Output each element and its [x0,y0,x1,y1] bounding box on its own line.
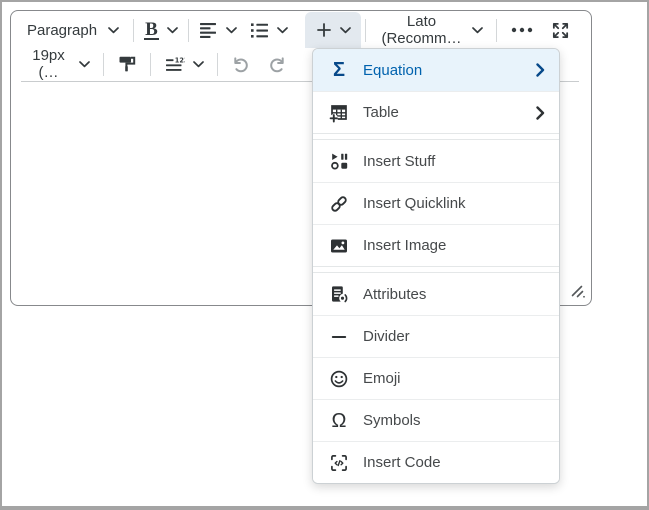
chevron-down-icon [277,27,288,34]
font-family-label: Lato (Recomm… [379,13,464,47]
chevron-down-icon [167,27,178,34]
media-shapes-icon [328,151,350,171]
menu-item-label: Equation [363,62,536,79]
redo-button[interactable] [259,47,296,81]
menu-item-insert-code[interactable]: Insert Code [313,441,559,483]
font-size-label: 19px (… [26,47,71,81]
table-add-icon [328,103,350,123]
menu-item-insert-quicklink[interactable]: Insert Quicklink [313,182,559,224]
fullscreen-icon [551,21,570,40]
screenshot-frame: Paragraph B [0,0,649,510]
toolbar-separator [150,53,151,76]
menu-item-label: Symbols [363,412,545,429]
sigma-icon: Σ [328,60,350,80]
chevron-down-icon [193,61,204,68]
chevron-down-icon [226,27,237,34]
menu-item-insert-image[interactable]: Insert Image [313,224,559,266]
toolbar-row-1: Paragraph B [17,13,585,47]
svg-text:123: 123 [174,56,184,64]
menu-item-label: Insert Quicklink [363,195,545,212]
toolbar-separator [217,53,218,76]
chevron-down-icon [472,27,483,34]
toolbar-separator [188,19,189,42]
menu-item-label: Emoji [363,370,545,387]
code-icon [328,453,350,473]
insert-menu-group: Σ Equation Table [313,49,559,134]
alignment-dropdown[interactable] [193,13,243,47]
toolbar-separator [133,19,134,42]
more-actions-button[interactable] [501,13,543,47]
attributes-icon [328,284,350,304]
font-size-dropdown[interactable]: 19px (… [17,47,99,81]
chevron-right-icon [536,63,545,77]
format-painter-icon [117,54,137,74]
undo-button[interactable] [222,47,259,81]
numbered-list-format-icon: 123 [165,56,185,73]
numbered-list-format-dropdown[interactable]: 123 [155,47,213,81]
toolbar-separator [365,19,366,42]
menu-item-table[interactable]: Table [313,91,559,133]
menu-item-label: Attributes [363,286,545,303]
align-left-icon [199,22,218,39]
menu-item-label: Insert Image [363,237,545,254]
menu-item-emoji[interactable]: Emoji [313,357,559,399]
menu-item-label: Divider [363,328,545,345]
paragraph-format-label: Paragraph [27,22,97,39]
font-family-dropdown[interactable]: Lato (Recomm… [370,13,492,47]
bold-dropdown[interactable]: B [138,13,184,47]
insert-menu-group: Insert Stuff Insert Quicklink Insert Ima… [313,139,559,267]
chevron-down-icon [108,27,119,34]
link-icon [328,194,350,214]
menu-item-symbols[interactable]: Ω Symbols [313,399,559,441]
redo-icon [267,54,288,75]
insert-plus-dropdown[interactable] [305,12,361,48]
paragraph-format-dropdown[interactable]: Paragraph [17,13,129,47]
editor-resize-handle[interactable] [569,283,587,301]
chevron-right-icon [536,106,545,120]
menu-item-equation[interactable]: Σ Equation [313,49,559,91]
chevron-down-icon [79,61,90,68]
horizontal-rule-icon [328,327,350,347]
emoji-icon [328,369,350,389]
toolbar-separator [103,53,104,76]
menu-item-label: Insert Stuff [363,153,545,170]
menu-item-label: Insert Code [363,454,545,471]
list-dropdown[interactable] [243,13,295,47]
insert-menu-group: Attributes Divider Emoji Ω Symbols [313,272,559,483]
fullscreen-button[interactable] [543,13,577,47]
format-painter-button[interactable] [108,47,146,81]
ellipsis-icon [511,27,533,33]
chevron-down-icon [340,27,351,34]
toolbar-separator [496,19,497,42]
menu-item-attributes[interactable]: Attributes [313,273,559,315]
omega-icon: Ω [328,411,350,431]
menu-item-label: Table [363,104,536,121]
bullet-list-icon [250,22,269,39]
undo-icon [230,54,251,75]
menu-item-insert-stuff[interactable]: Insert Stuff [313,140,559,182]
menu-item-divider[interactable]: Divider [313,315,559,357]
insert-menu: Σ Equation Table Inse [312,48,560,484]
image-icon [328,236,350,256]
bold-label: B [144,21,159,40]
plus-icon [316,22,332,38]
